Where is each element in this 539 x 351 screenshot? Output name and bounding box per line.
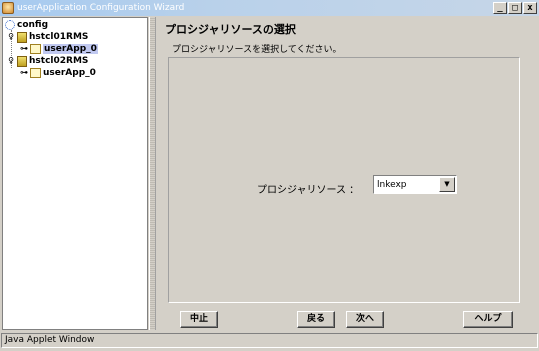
userapp-icon xyxy=(30,44,41,54)
expander-leaf-icon[interactable]: ⊶ xyxy=(20,44,28,54)
page-subtitle: プロシジャリソースを選択してください。 xyxy=(172,45,342,55)
resource-label: プロシジャリソース ： xyxy=(257,185,360,196)
config-tree[interactable]: config ♀ hstcl01RMS ⊶ userApp_0 ♀ hstcl0… xyxy=(2,17,148,330)
window-title-bar[interactable]: userApplication Configuration Wizard _ □… xyxy=(0,0,539,16)
status-bar: Java Applet Window xyxy=(1,333,538,348)
minimize-button[interactable]: _ xyxy=(493,2,507,14)
help-button[interactable]: ヘルプ xyxy=(463,311,513,328)
tree-label-app-2: userApp_0 xyxy=(43,68,96,78)
expander-open-icon[interactable]: ♀ xyxy=(7,56,15,66)
wizard-page: プロシジャリソースの選択 プロシジャリソースを選択してください。 プロシジャリソ… xyxy=(157,17,537,330)
java-app-icon xyxy=(2,2,14,14)
back-button[interactable]: 戻る xyxy=(297,311,335,328)
resource-select[interactable]: lnkexp ▼ xyxy=(373,175,457,194)
tree-label-config: config xyxy=(17,20,49,30)
cancel-button[interactable]: 中止 xyxy=(180,311,218,328)
window-controls: _ □ x xyxy=(493,2,537,14)
split-pane-divider[interactable] xyxy=(149,17,156,330)
expander-open-icon[interactable]: ♀ xyxy=(7,32,15,42)
tree-node-config[interactable]: config xyxy=(5,19,48,31)
resource-selected-value: lnkexp xyxy=(377,179,407,190)
close-button[interactable]: x xyxy=(523,2,537,14)
dropdown-arrow-icon[interactable]: ▼ xyxy=(439,177,455,192)
next-button[interactable]: 次へ xyxy=(346,311,384,328)
expander-leaf-icon[interactable]: ⊶ xyxy=(20,68,28,78)
config-icon xyxy=(5,20,15,30)
tree-node-host-2[interactable]: ♀ hstcl02RMS xyxy=(7,55,88,67)
tree-node-app-1[interactable]: ⊶ userApp_0 xyxy=(20,43,98,55)
page-title: プロシジャリソースの選択 xyxy=(165,23,296,36)
host-icon xyxy=(17,31,27,43)
tree-label-host-2: hstcl02RMS xyxy=(29,56,89,66)
window-title: userApplication Configuration Wizard xyxy=(17,3,185,13)
tree-label-host-1: hstcl01RMS xyxy=(29,32,89,42)
content-area: プロシジャリソース ： lnkexp ▼ xyxy=(168,57,520,303)
userapp-icon xyxy=(30,68,41,78)
maximize-button[interactable]: □ xyxy=(508,2,522,14)
tree-label-app-1: userApp_0 xyxy=(43,44,98,54)
host-icon xyxy=(17,55,27,67)
status-text: Java Applet Window xyxy=(5,335,95,345)
tree-node-host-1[interactable]: ♀ hstcl01RMS xyxy=(7,31,88,43)
tree-node-app-2[interactable]: ⊶ userApp_0 xyxy=(20,67,96,79)
